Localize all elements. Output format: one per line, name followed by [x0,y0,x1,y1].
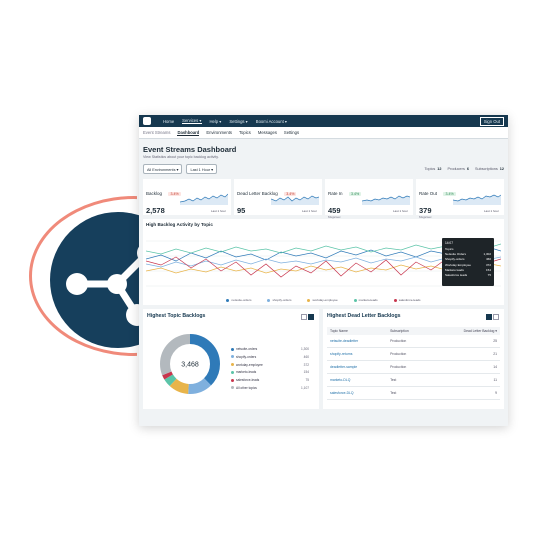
filters: All Environments ▾ Last 1 Hour ▾ Topics 1… [143,164,504,174]
summary-counts: Topics 12 Producers 6 Subscriptions 12 [425,167,504,171]
table-row[interactable]: deadletter-sample Production 14 [327,360,500,374]
list-item[interactable]: netsuite-orders 1,300 [231,347,309,351]
breadcrumb[interactable]: Event Streams [143,130,170,135]
column-header[interactable]: Topic Name [327,327,388,335]
table-row[interactable]: shopify-returns Production 21 [327,347,500,361]
nav-home[interactable]: Home [163,119,174,124]
tab-dashboard[interactable]: Dashboard [177,130,200,136]
page-header: Event Streams Dashboard View Statistics … [139,139,508,174]
kpi-note: Last 1 hour [392,209,408,213]
topic-list: netsuite-orders 1,300 shopify-orders 460 w… [231,347,309,394]
kpi-rate-in[interactable]: Rate In 3.4% 459 Msgs/sec Last 1 hour [325,179,413,219]
chart-tooltip: 14:07 Topics Netsuite Orders 1,302 Shopif… [442,238,494,286]
page-title: Event Streams Dashboard [143,145,237,154]
list-item[interactable]: salesforce-leads 75 [231,378,309,382]
time-range-dropdown[interactable]: Last 1 Hour ▾ [186,164,218,174]
page-subtitle: View Statistics about your topic backlog… [143,155,219,159]
table-row[interactable]: marketo-DLQ Test 11 [327,373,500,387]
sub-nav: Event Streams Dashboard Environments Top… [139,127,508,139]
count-subscriptions: Subscriptions 12 [474,167,504,171]
boomi-logo[interactable] [143,117,151,125]
view-toggle [486,314,499,320]
table-view-icon[interactable] [486,314,492,320]
list-item[interactable]: workday-employee 372 [231,363,309,367]
list-item[interactable]: shopify-orders 460 [231,355,309,359]
kpi-delta: 3.4% [348,192,362,196]
list-item[interactable]: marketo-leads 154 [231,370,309,374]
backlog-donut-chart: 3,468 [160,334,220,394]
environment-dropdown[interactable]: All Environments ▾ [143,164,183,174]
bottom-row: Highest Topic Backlogs 3,468 netsuite-or… [143,309,504,409]
tab-settings[interactable]: Settings [284,130,299,135]
legend-item[interactable]: salesforce-leads [393,298,421,302]
tab-messages[interactable]: Messages [258,130,277,135]
kpi-note: Last 1 hour [301,209,317,213]
kpi-dead-letter-backlog[interactable]: Dead Letter Backlog 3.4% 95 Last 1 hour [234,179,322,215]
nav-settings[interactable]: Settings ▾ [229,119,247,124]
dead-letter-card: Highest Dead Letter Backlogs Topic Name … [323,309,504,409]
kpi-rate-out[interactable]: Rate Out 3.4% 379 Msgs/sec Last 1 hour [416,179,504,219]
legend-item[interactable]: marketo-leads [353,298,378,302]
tooltip-row: Workday Employee 372 [445,262,491,267]
backlog-activity-panel: High Backlog Activity by Topic 14:07 Top… [143,219,504,305]
sparkline [271,195,319,205]
column-header[interactable]: Subscription [387,327,431,335]
kpi-label: Rate In [328,191,343,196]
column-header[interactable]: Dead Letter Backlog ▾ [430,327,500,335]
card-title: Highest Topic Backlogs [147,313,206,319]
chart-view-icon[interactable] [493,314,499,320]
tooltip-header: Topics [445,247,454,251]
topic-backlogs-card: Highest Topic Backlogs 3,468 netsuite-or… [143,309,319,409]
donut-total: 3,468 [181,362,199,369]
kpi-note: Last 1 hour [483,209,499,213]
legend-item[interactable]: shopify-orders [267,298,291,302]
legend-item[interactable]: netsuite-orders [226,298,251,302]
tooltip-row: Marketo leads 154 [445,267,491,272]
top-nav: Home Services ▾ Help ▾ Settings ▾ Boomi … [139,115,508,127]
legend-item[interactable]: workday-employee [307,298,338,302]
sparkline [453,194,501,205]
tooltip-time: 14:07 [445,241,453,245]
count-topics: Topics 12 [424,167,442,171]
nav-services[interactable]: Services ▾ [182,118,202,124]
nav-help[interactable]: Help ▾ [210,119,222,124]
panel-title: High Backlog Activity by Topic [146,222,213,227]
kpi-label: Rate Out [419,191,438,196]
tooltip-row: Shopify-orders 460 [445,257,491,262]
tooltip-row: Salesforce leads 75 [445,272,491,277]
sparkline [180,193,228,205]
kpi-backlog[interactable]: Backlog 3.4% 2,578 Last 1 hour [143,179,231,215]
sign-out-button[interactable]: Sign Out [479,116,504,126]
tooltip-row: Netsuite Orders 1,302 [445,252,491,257]
dead-letter-table: Topic Name Subscription Dead Letter Back… [327,327,500,400]
nav-account[interactable]: Boomi Account ▾ [256,119,287,124]
table-row[interactable]: netsuite-deadletter Production 25 [327,335,500,348]
view-toggle [301,314,314,320]
chart-legend: netsuite-orders shopify-orders workday-e… [143,298,504,302]
list-item[interactable]: All other topics 1,107 [231,386,309,390]
table-row[interactable]: salesforce-DLQ Test 9 [327,386,500,400]
table-view-icon[interactable] [301,314,307,320]
chart-view-icon[interactable] [308,314,314,320]
sparkline [362,195,410,205]
kpi-delta: 3.4% [168,192,181,196]
kpi-row: Backlog 3.4% 2,578 Last 1 hour Dead Lett… [139,174,508,219]
tab-topics[interactable]: Topics [239,130,251,135]
count-producers: Producers 6 [447,167,469,171]
kpi-label: Backlog [146,191,163,196]
tab-environments[interactable]: Environments [206,130,232,135]
dashboard-window: Home Services ▾ Help ▾ Settings ▾ Boomi … [139,115,508,426]
kpi-note: Last 1 hour [210,209,226,213]
card-title: Highest Dead Letter Backlogs [327,313,401,319]
